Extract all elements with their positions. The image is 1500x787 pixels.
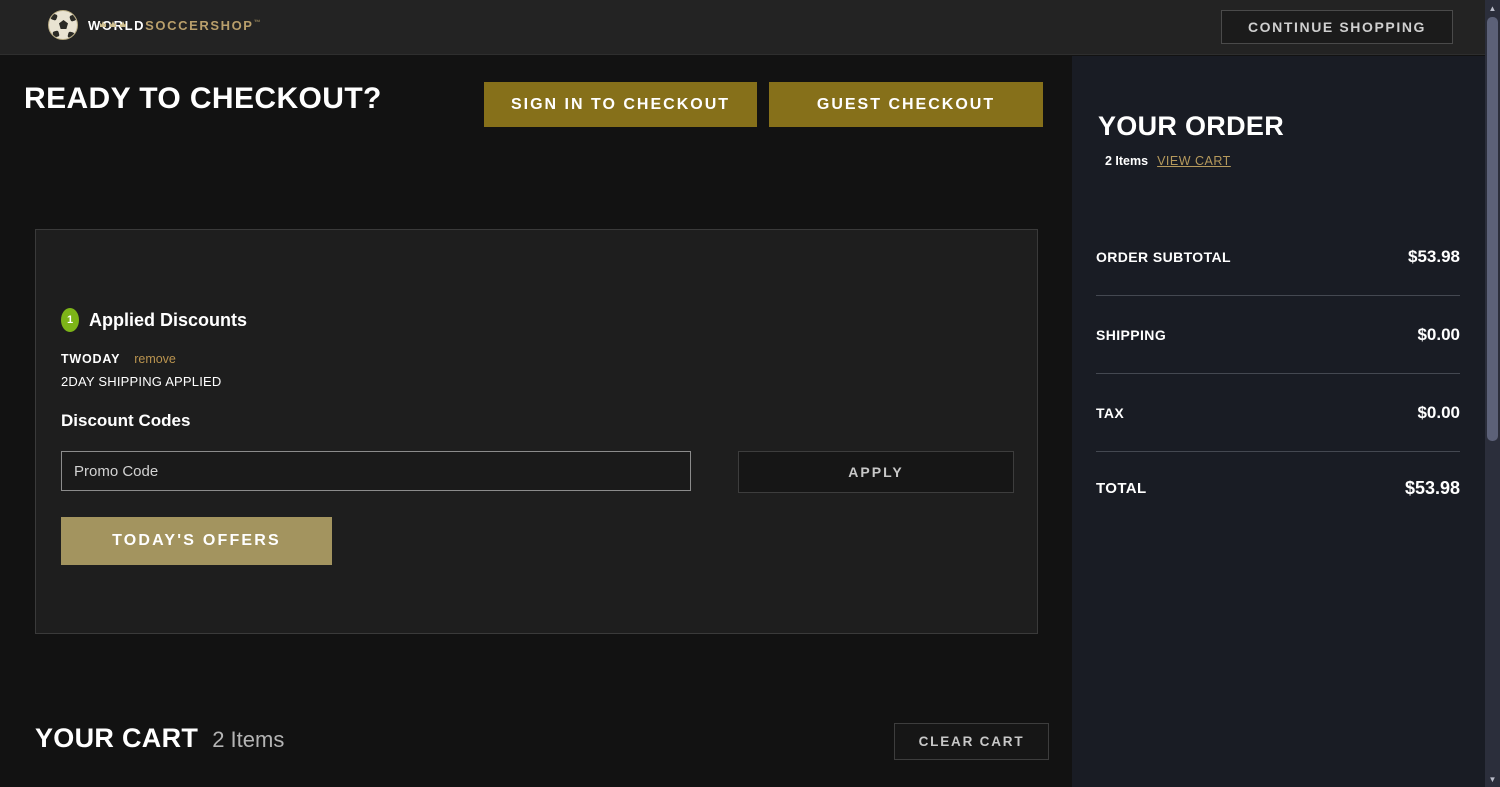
view-cart-link[interactable]: VIEW CART (1157, 154, 1231, 168)
page-scrollbar[interactable]: ▲ ▼ (1485, 0, 1500, 787)
sign-in-to-checkout-button[interactable]: SIGN IN TO CHECKOUT (484, 82, 757, 127)
order-total-row: SHIPPING $0.00 (1096, 296, 1460, 374)
clear-cart-button[interactable]: CLEAR CART (894, 723, 1049, 760)
applied-discounts-header: 1 Applied Discounts (61, 308, 247, 332)
order-total-value: $53.98 (1404, 477, 1460, 498)
logo-word-soccershop: SOCCERSHOP (145, 17, 254, 33)
order-total-label: ORDER SUBTOTAL (1096, 248, 1231, 265)
order-total-row: ORDER SUBTOTAL $53.98 (1096, 218, 1460, 296)
remove-discount-link[interactable]: remove (134, 352, 176, 366)
order-total-value: $0.00 (1417, 402, 1460, 422)
discount-card: 1 Applied Discounts TWODAY remove 2DAY S… (35, 229, 1038, 634)
order-total-value: $0.00 (1417, 324, 1460, 344)
crowns-icon (100, 18, 126, 27)
todays-offers-button[interactable]: TODAY'S OFFERS (61, 517, 332, 565)
applied-discounts-label: Applied Discounts (89, 309, 248, 330)
order-totals-list: ORDER SUBTOTAL $53.98 SHIPPING $0.00 TAX… (1096, 218, 1460, 524)
applied-discount-count-badge: 1 (61, 308, 79, 332)
order-grand-total-row: TOTAL $53.98 (1096, 452, 1460, 524)
apply-promo-button[interactable]: APPLY (738, 451, 1014, 493)
cart-heading: YOUR CART 2 Items (35, 723, 284, 754)
order-total-label: TOTAL (1096, 479, 1147, 497)
continue-shopping-button[interactable]: CONTINUE SHOPPING (1221, 10, 1453, 44)
applied-code-name: TWODAY (61, 352, 121, 366)
checkout-page: WORLDSOCCERSHOP™ CONTINUE SHOPPING READY… (0, 0, 1500, 787)
order-total-value: $53.98 (1408, 246, 1460, 266)
site-logo[interactable]: WORLDSOCCERSHOP™ (48, 10, 262, 40)
soccer-ball-icon (48, 10, 78, 40)
applied-code-description: 2DAY SHIPPING APPLIED (61, 374, 222, 389)
guest-checkout-button[interactable]: GUEST CHECKOUT (769, 82, 1043, 127)
cart-item-count: 2 Items (212, 727, 285, 752)
chevron-down-icon[interactable]: ▼ (1485, 771, 1500, 787)
order-item-count: 2 Items (1105, 154, 1149, 168)
promo-code-input[interactable] (61, 451, 691, 491)
order-total-row: TAX $0.00 (1096, 374, 1460, 452)
order-total-label: TAX (1096, 404, 1125, 421)
order-summary-panel: YOUR ORDER 2 Items VIEW CART ORDER SUBTO… (1072, 56, 1485, 787)
chevron-up-icon[interactable]: ▲ (1485, 0, 1500, 16)
page-title: READY TO CHECKOUT? (24, 82, 382, 115)
order-summary-title: YOUR ORDER (1098, 111, 1285, 141)
applied-code-row: TWODAY remove (61, 352, 176, 366)
order-summary-subline: 2 Items VIEW CART (1105, 154, 1231, 168)
logo-trademark: ™ (253, 19, 263, 27)
checkout-bar: READY TO CHECKOUT? SIGN IN TO CHECKOUT G… (0, 56, 1072, 150)
scrollbar-thumb[interactable] (1487, 17, 1498, 441)
site-header: WORLDSOCCERSHOP™ CONTINUE SHOPPING (0, 0, 1485, 55)
discount-codes-heading: Discount Codes (61, 411, 191, 430)
cart-title: YOUR CART (35, 723, 199, 753)
order-total-label: SHIPPING (1096, 326, 1167, 343)
